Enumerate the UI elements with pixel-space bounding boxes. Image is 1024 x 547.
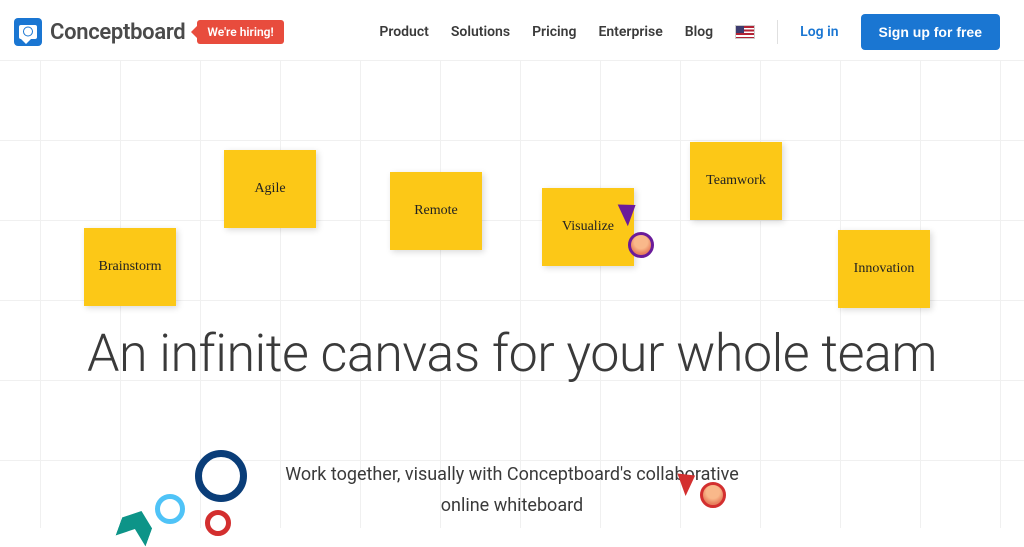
decor-chevron-teal [115, 505, 156, 546]
nav-enterprise[interactable]: Enterprise [598, 24, 662, 40]
sticky-visualize[interactable]: Visualize [542, 188, 634, 266]
decor-circle-cyan [155, 494, 185, 524]
nav-pricing[interactable]: Pricing [532, 24, 576, 40]
header: Conceptboard We're hiring! Product Solut… [0, 0, 1024, 64]
avatar-purple [628, 232, 654, 258]
sticky-remote[interactable]: Remote [390, 172, 482, 250]
hiring-badge[interactable]: We're hiring! [197, 20, 283, 44]
logo-icon [14, 18, 42, 46]
sticky-innovation[interactable]: Innovation [838, 230, 930, 308]
nav-product[interactable]: Product [379, 24, 428, 40]
sticky-agile[interactable]: Agile [224, 150, 316, 228]
nav-solutions[interactable]: Solutions [451, 24, 510, 40]
nav-blog[interactable]: Blog [685, 24, 713, 40]
logo[interactable]: Conceptboard [14, 18, 185, 46]
avatar-red [700, 482, 726, 508]
signup-button[interactable]: Sign up for free [861, 14, 1000, 50]
language-flag-icon[interactable] [735, 25, 755, 39]
decor-circle-red [205, 510, 231, 536]
hero-title: An infinite canvas for your whole team [72, 320, 952, 388]
decor-circle-blue [195, 450, 247, 502]
header-nav: Product Solutions Pricing Enterprise Blo… [379, 14, 1000, 50]
sticky-teamwork[interactable]: Teamwork [690, 142, 782, 220]
canvas: Brainstorm Agile Remote Visualize Teamwo… [0, 60, 1024, 528]
logo-text: Conceptboard [50, 20, 185, 45]
sticky-brainstorm[interactable]: Brainstorm [84, 228, 176, 306]
header-left: Conceptboard We're hiring! [14, 18, 284, 46]
divider [777, 20, 778, 44]
login-link[interactable]: Log in [800, 24, 838, 40]
